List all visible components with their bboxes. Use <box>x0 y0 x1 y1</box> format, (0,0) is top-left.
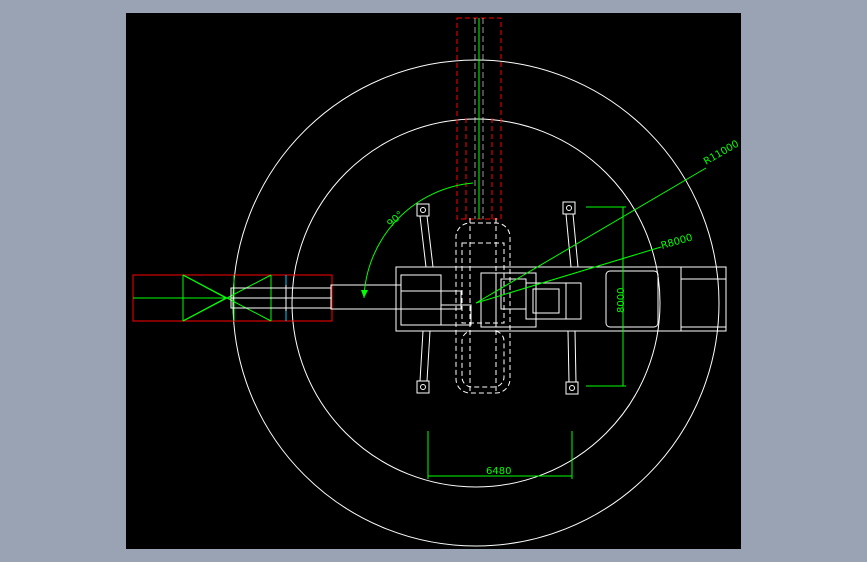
cad-viewer: 90° R11000 R8000 8000 6480 <box>0 0 867 562</box>
outer-radius-label: R11000 <box>702 139 741 168</box>
drawing-canvas[interactable]: 90° R11000 R8000 8000 6480 <box>126 13 741 549</box>
swing-arc-arrow <box>361 290 368 298</box>
boom-vertical-position <box>456 17 502 220</box>
crane-superstructure <box>395 266 727 332</box>
outer-radius-leader <box>475 167 707 304</box>
inner-radius-label: R8000 <box>660 232 694 252</box>
vertical-dim-label: 8000 <box>616 288 627 313</box>
horizontal-dim-label: 6480 <box>486 466 511 477</box>
jib-arm <box>230 284 402 311</box>
angle-label: 90° <box>385 210 406 230</box>
crane-plan-drawing: 90° R11000 R8000 8000 6480 <box>132 17 741 547</box>
